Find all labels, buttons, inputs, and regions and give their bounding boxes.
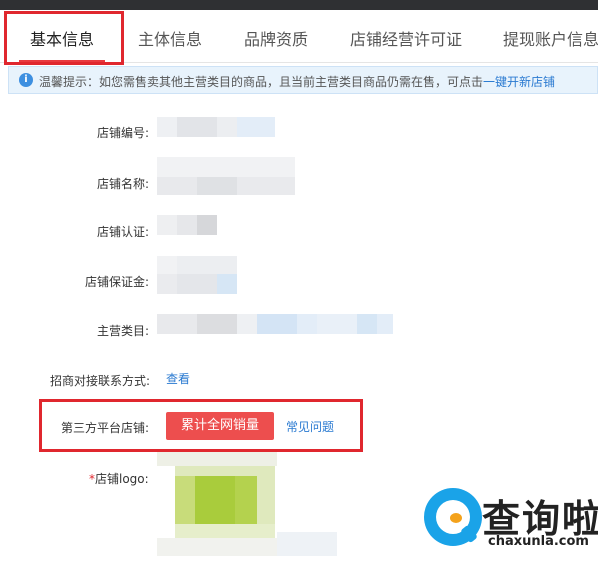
tip-text: 温馨提示：如您需售卖其他主营类目的商品，且当前主营类目商品仍需在售，可点击一键开… <box>39 75 556 89</box>
top-dark-bar <box>0 0 598 10</box>
shop-id-label: 店铺编号: <box>97 126 150 140</box>
magnifier-logo-icon <box>424 488 482 546</box>
tab-brand-qualification[interactable]: 品牌资质 <box>244 26 308 50</box>
contact-label: 招商对接联系方式: <box>50 374 151 388</box>
view-contact-link[interactable]: 查看 <box>166 370 190 387</box>
tab-withdraw-account[interactable]: 提现账户信息 <box>503 26 598 50</box>
third-party-label: 第三方平台店铺: <box>61 421 150 435</box>
tab-bar: 基本信息 主体信息 品牌资质 店铺经营许可证 提现账户信息 <box>0 10 598 63</box>
shop-deposit-label: 店铺保证金: <box>85 275 150 289</box>
tab-basic-info[interactable]: 基本信息 <box>30 26 94 50</box>
shop-cert-label: 店铺认证: <box>97 225 150 239</box>
tab-store-license[interactable]: 店铺经营许可证 <box>350 26 462 50</box>
shop-logo-label: *店铺logo: <box>89 472 149 486</box>
tip-banner: i 温馨提示：如您需售卖其他主营类目的商品，且当前主营类目商品仍需在售，可点击一… <box>8 66 598 94</box>
shop-name-label: 店铺名称: <box>97 177 150 191</box>
active-tab-indicator <box>19 60 105 62</box>
tab-entity-info[interactable]: 主体信息 <box>138 26 202 50</box>
info-icon: i <box>19 73 33 87</box>
faq-link[interactable]: 常见问题 <box>286 418 334 435</box>
total-sales-button[interactable]: 累计全网销量 <box>166 412 274 440</box>
main-category-label: 主营类目: <box>97 324 150 338</box>
open-new-store-link[interactable]: 一键开新店铺 <box>483 75 555 89</box>
watermark-url: chaxunla.com <box>488 534 589 549</box>
